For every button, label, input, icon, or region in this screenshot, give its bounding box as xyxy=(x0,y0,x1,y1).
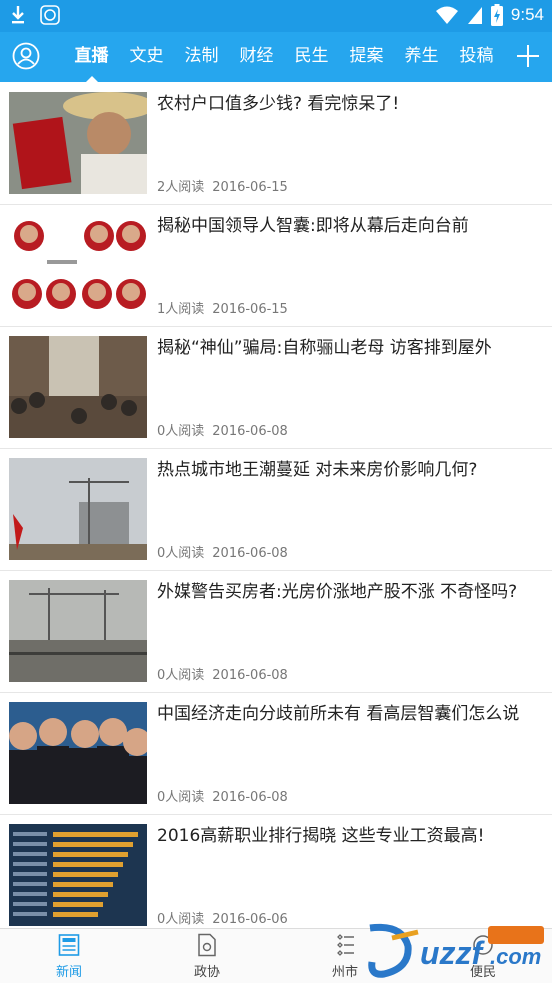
tab-2[interactable]: 法制 xyxy=(174,32,229,82)
tab-label: 法制 xyxy=(184,46,219,66)
tab-5[interactable]: 提案 xyxy=(339,32,394,82)
article-thumbnail xyxy=(9,824,147,926)
city-list-icon xyxy=(337,934,354,956)
article-meta: 0人阅读 2016-06-08 xyxy=(157,786,288,805)
article-title: 揭秘“神仙”骗局:自称骊山老母 访客排到屋外 xyxy=(157,338,492,358)
svg-text:uzzf: uzzf xyxy=(420,935,486,971)
svg-text:.com: .com xyxy=(490,944,541,969)
publish-date: 2016-06-08 xyxy=(212,546,288,561)
bottom-tab-cppcc[interactable]: 政协 xyxy=(138,929,276,983)
tab-label: 直播 xyxy=(74,46,109,66)
article-item[interactable]: 中国经济走向分歧前所未有 看高层智囊们怎么说 0人阅读 2016-06-08 xyxy=(0,692,552,815)
article-meta: 0人阅读 2016-06-08 xyxy=(157,420,288,439)
read-count: 2人阅读 xyxy=(157,180,205,195)
bottom-tab-news[interactable]: 新闻 xyxy=(0,929,138,983)
article-title: 农村户口值多少钱? 看完惊呆了! xyxy=(157,94,400,114)
app-notification-icon xyxy=(40,5,60,25)
article-thumbnail xyxy=(9,458,147,560)
status-bar: 9:54 xyxy=(0,0,552,32)
article-meta: 2人阅读 2016-06-15 xyxy=(157,176,288,195)
battery-icon xyxy=(490,4,503,26)
tab-label: 养生 xyxy=(404,46,439,66)
article-item[interactable]: 热点城市地王潮蔓延 对未来房价影响几何? 0人阅读 2016-06-08 xyxy=(0,448,552,571)
tab-label: 文史 xyxy=(129,46,164,66)
article-item[interactable]: 外媒警告买房者:光房价涨地产股不涨 不奇怪吗? 0人阅读 2016-06-08 xyxy=(0,570,552,693)
read-count: 0人阅读 xyxy=(157,546,205,561)
article-thumbnail xyxy=(9,92,147,194)
tab-6[interactable]: 养生 xyxy=(394,32,449,82)
publish-date: 2016-06-08 xyxy=(212,790,288,805)
article-title: 2016高薪职业排行揭晓 这些专业工资最高! xyxy=(157,826,485,846)
article-title: 外媒警告买房者:光房价涨地产股不涨 不奇怪吗? xyxy=(157,582,518,602)
bottom-tab-label: 政协 xyxy=(193,965,220,980)
read-count: 0人阅读 xyxy=(157,668,205,683)
tab-1[interactable]: 文史 xyxy=(119,32,174,82)
article-item[interactable]: 揭秘“神仙”骗局:自称骊山老母 访客排到屋外 0人阅读 2016-06-08 xyxy=(0,326,552,449)
bottom-tab-label: 新闻 xyxy=(55,965,82,980)
tab-3[interactable]: 财经 xyxy=(229,32,284,82)
add-category-icon[interactable] xyxy=(514,42,542,70)
article-meta: 1人阅读 2016-06-15 xyxy=(157,298,288,317)
article-meta: 0人阅读 2016-06-08 xyxy=(157,542,288,561)
article-item[interactable]: 揭秘中国领导人智囊:即将从幕后走向台前 1人阅读 2016-06-15 xyxy=(0,204,552,327)
publish-date: 2016-06-08 xyxy=(212,668,288,683)
article-title: 揭秘中国领导人智囊:即将从幕后走向台前 xyxy=(157,216,469,236)
read-count: 0人阅读 xyxy=(157,912,205,927)
publish-date: 2016-06-15 xyxy=(212,180,288,195)
article-meta: 0人阅读 2016-06-08 xyxy=(157,664,288,683)
download-icon xyxy=(12,6,24,24)
article-thumbnail xyxy=(9,702,147,804)
tab-0[interactable]: 直播 xyxy=(64,32,119,82)
tab-label: 投稿 xyxy=(459,46,494,66)
article-item[interactable]: 农村户口值多少钱? 看完惊呆了! 2人阅读 2016-06-15 xyxy=(0,82,552,205)
publish-date: 2016-06-06 xyxy=(212,912,288,927)
watermark-logo: uzzf .com xyxy=(368,923,544,978)
article-thumbnail xyxy=(9,214,147,316)
publish-date: 2016-06-08 xyxy=(212,424,288,439)
article-title: 中国经济走向分歧前所未有 看高层智囊们怎么说 xyxy=(157,704,520,724)
tab-7[interactable]: 投稿 xyxy=(449,32,504,82)
publish-date: 2016-06-15 xyxy=(212,302,288,317)
news-icon xyxy=(58,934,80,956)
document-icon xyxy=(198,933,216,957)
user-profile-icon[interactable] xyxy=(12,42,40,70)
clock-time: 9:54 xyxy=(510,5,544,24)
signal-icon xyxy=(467,7,482,24)
read-count: 0人阅读 xyxy=(157,424,205,439)
read-count: 0人阅读 xyxy=(157,790,205,805)
article-thumbnail xyxy=(9,336,147,438)
read-count: 1人阅读 xyxy=(157,302,205,317)
wifi-icon xyxy=(435,6,458,24)
article-title: 热点城市地王潮蔓延 对未来房价影响几何? xyxy=(157,460,478,480)
tab-label: 提案 xyxy=(349,46,384,66)
tab-4[interactable]: 民生 xyxy=(284,32,339,82)
tab-label: 财经 xyxy=(239,46,274,66)
category-tabs: 直播 文史 法制 财经 民生 提案 养生 投稿 xyxy=(64,32,504,82)
article-meta: 0人阅读 2016-06-06 xyxy=(157,908,288,927)
tab-label: 民生 xyxy=(294,46,329,66)
article-thumbnail xyxy=(9,580,147,682)
top-nav-bar: 直播 文史 法制 财经 民生 提案 养生 投稿 xyxy=(0,32,552,82)
